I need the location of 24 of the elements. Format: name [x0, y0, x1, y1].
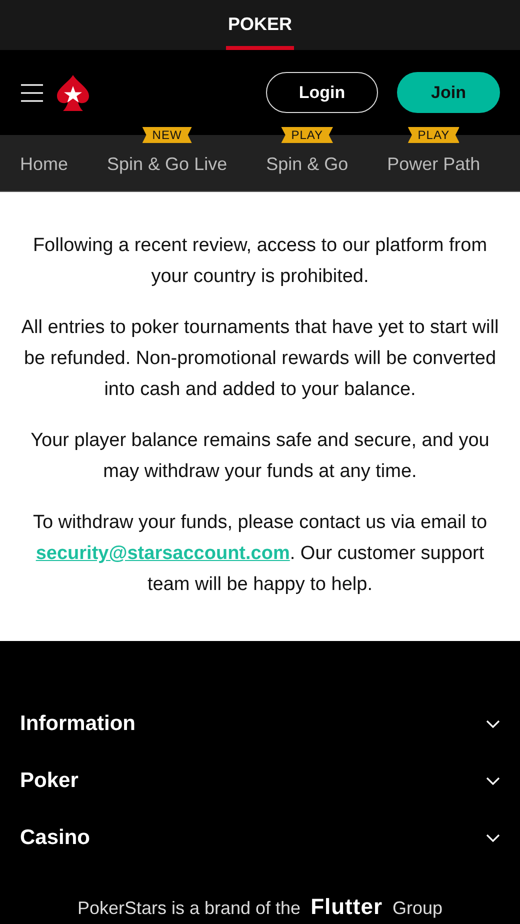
- chevron-icon[interactable]: [486, 776, 500, 784]
- brand-text: PokerStars is a brand of the: [77, 898, 301, 919]
- login-button[interactable]: Login: [266, 72, 378, 113]
- nav-link[interactable]: Home: [20, 154, 68, 174]
- footer-section-toggle[interactable]: Information: [20, 712, 136, 736]
- nav-link[interactable]: Spin & Go: [266, 154, 348, 174]
- message-paragraph: To withdraw your funds, please contact us via email to security@starsaccount.com. Our customer support team will be happy to help.: [32, 511, 488, 597]
- spade-star-logo[interactable]: [56, 74, 90, 112]
- message-paragraph: Your player balance remains safe and secure, and you may withdraw your funds at any time.: [30, 429, 490, 484]
- ribbon-badge: PLAY: [281, 127, 333, 143]
- flutter-logo: Flutter: [310, 894, 383, 920]
- join-button[interactable]: Join: [397, 72, 500, 113]
- ribbon-badge: PLAY: [408, 127, 460, 143]
- brand-text: Group: [392, 898, 443, 919]
- message-paragraph: Following a recent review, access to our platform from your country is prohibited.: [32, 234, 488, 289]
- ribbon-badge: NEW: [142, 127, 192, 143]
- menu-icon[interactable]: [20, 82, 44, 102]
- nav-link[interactable]: Power Path: [387, 154, 480, 174]
- chevron-icon[interactable]: [486, 834, 500, 842]
- message-paragraph: All entries to poker tournaments that have yet to start will be refunded. Non-promotional rewards will be converted into cash and added to your balance.: [20, 316, 500, 402]
- nav-link[interactable]: Spin & Go Live: [107, 154, 228, 174]
- footer-section-toggle[interactable]: Poker: [20, 768, 78, 792]
- chevron-icon[interactable]: [486, 720, 500, 728]
- footer-section-toggle[interactable]: Casino: [20, 826, 90, 850]
